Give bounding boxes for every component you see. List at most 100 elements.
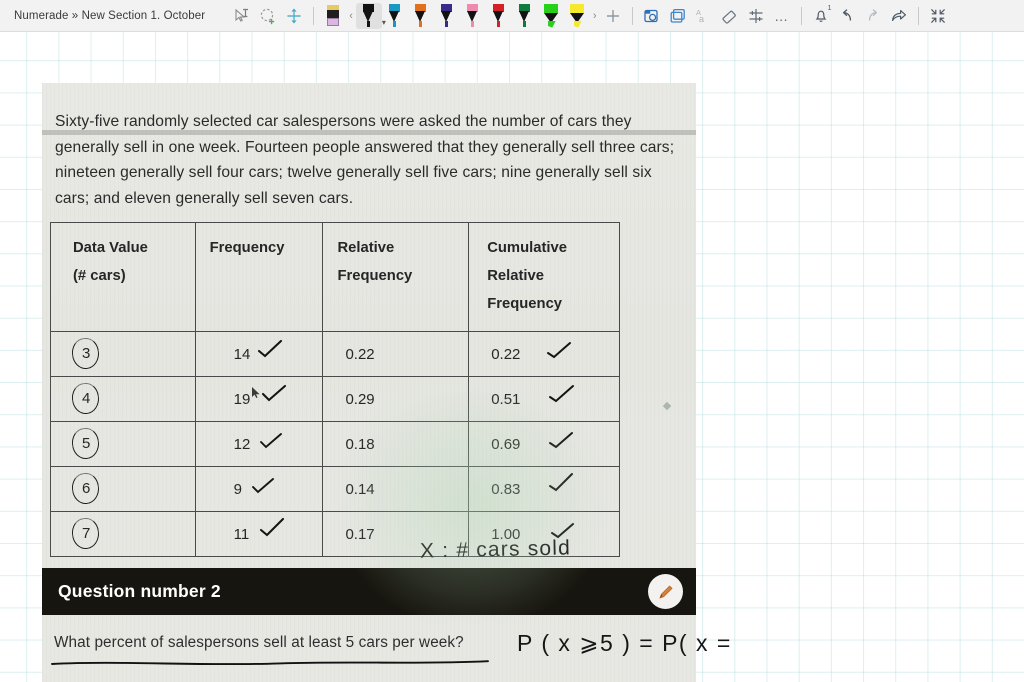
highlighter-yellow[interactable] [564,3,590,29]
undo-button[interactable] [834,3,860,29]
insert-image-button[interactable] [639,3,665,29]
select-lasso-text-tool[interactable] [229,3,255,29]
highlighter-icon-yellow [569,3,585,29]
ellipsis-icon: … [774,7,790,24]
insert-shape-button[interactable] [665,3,691,29]
cell-data-value: 3 [50,331,196,377]
pen-icon-purple [439,3,454,29]
ink-checkmark [549,473,575,492]
lasso-text-icon [235,8,249,22]
more-options-button[interactable]: … [769,3,795,29]
text-tool-button[interactable]: A a [691,3,717,29]
cell-data-value: 5 [50,421,196,467]
ink-circle-annotation [70,471,101,506]
problem-statement: Sixty-five randomly selected car salespe… [55,113,675,207]
cursor-arrow-icon [250,386,264,400]
add-pen-button[interactable] [600,3,626,29]
header-line-2: Relative [487,268,544,284]
svg-text:a: a [699,14,704,24]
insert-space-tool[interactable] [281,3,307,29]
pen-orange[interactable] [408,3,434,29]
pen-pink[interactable] [460,3,486,29]
ink-circle-annotation [70,381,101,416]
circled-data-value: 7 [70,516,101,551]
pen-red[interactable] [486,3,512,29]
frequency-text: 9 [233,480,242,498]
insert-cut-button[interactable] [743,3,769,29]
ink-checkmark [547,341,573,359]
pen-icon-green [517,3,532,29]
cell-data-value: 7 [50,511,196,557]
pen-cyan[interactable] [382,3,408,29]
question-number-label: Question number 2 [58,581,221,601]
note-canvas[interactable]: Sixty-five randomly selected car salespe… [0,32,1024,682]
cumulative-relative-frequency-text: 0.83 [491,480,521,498]
frequency-text: 11 [233,525,250,543]
header-line-1: Relative [337,240,395,256]
circled-data-value: 4 [70,381,101,416]
ink-circle-annotation [70,336,101,371]
pencil-icon [658,585,673,599]
eraser-tool[interactable] [320,3,346,29]
header-line-1: Cumulative [487,240,567,256]
cell-cumulative-relative-frequency: 0.22 [468,331,620,377]
lasso-add-icon [261,8,275,24]
frequency-text: 19 [233,390,251,408]
question-text: What percent of salespersons sell at lea… [54,634,464,651]
cell-frequency: 9 [194,466,324,512]
selection-tools-group: ‹ ▾ › A a … 1 [229,2,951,29]
cell-frequency: 19 [194,376,324,422]
frequency-text: 12 [233,435,251,453]
ink-checkmark [259,517,286,537]
cell-relative-frequency: 0.14 [322,466,470,512]
ink-checkmark [261,384,288,402]
pen-purple[interactable] [434,3,460,29]
column-header-frequency: Frequency [194,222,324,332]
question-header-bar: Question number 2 [42,568,696,615]
document-title: Numerade » New Section 1. October [14,9,206,22]
handwritten-variable-definition: X : # cars sold [419,536,572,563]
ink-checkmark [251,478,278,496]
expand-pens-chevron[interactable]: › [590,10,600,22]
cumulative-relative-frequency-text: 0.69 [491,435,521,453]
highlighter-green[interactable] [538,3,564,29]
table-row: 6 9 0.14 0.83 [50,466,620,512]
pen-icon-red [491,3,506,29]
toolbar-divider-2 [631,6,633,25]
table-row: 3 14 0.22 0.22 [50,331,620,377]
lasso-select-tool[interactable] [255,3,281,29]
relative-frequency-text: 0.29 [345,390,375,408]
handwritten-equation: P ( x ⩾5 ) = P( x = [517,630,732,656]
cell-cumulative-relative-frequency: 0.51 [468,376,620,422]
shape-copy-icon [670,8,685,23]
notification-badge: 1 [827,4,832,12]
redo-button[interactable] [860,3,886,29]
table-row: 5 12 0.18 0.69 [50,421,620,467]
scanned-worksheet-image[interactable]: Sixty-five randomly selected car salespe… [42,83,696,682]
cell-data-value: 4 [50,376,196,422]
ink-circle-annotation [70,426,101,461]
column-header-relative-frequency: Relative Frequency [322,222,470,332]
prev-pens-chevron[interactable]: ‹ [346,10,356,22]
collapse-toolbar-button[interactable] [925,3,951,29]
question-edit-button[interactable] [648,574,683,609]
share-button[interactable] [886,3,912,29]
eraser-outline-button[interactable] [717,3,743,29]
table-header-row: Data Value (# cars) Frequency Relative F… [50,222,620,332]
toolbar-divider-4 [917,6,919,25]
cell-cumulative-relative-frequency: 0.69 [468,421,620,467]
cumulative-relative-frequency-text: 0.51 [491,390,521,408]
cell-relative-frequency: 0.29 [322,376,470,422]
header-line-3: Frequency [487,296,563,312]
cell-relative-frequency: 0.18 [322,421,470,467]
pen-black[interactable]: ▾ [355,2,386,29]
ink-checkmark [259,433,286,451]
notifications-button[interactable]: 1 [808,3,834,29]
ink-underline-annotation [51,660,489,666]
collapse-icon [930,8,945,23]
relative-frequency-text: 0.14 [345,480,375,498]
scissor-cut-icon [749,8,763,23]
pen-green[interactable] [512,3,538,29]
header-line-2: (# cars) [73,268,126,284]
undo-icon [842,8,851,21]
